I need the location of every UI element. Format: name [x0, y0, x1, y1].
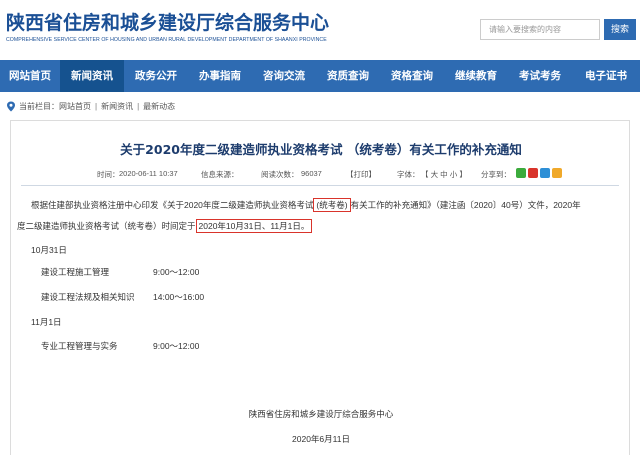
meta-source-label: 信息来源： — [201, 170, 239, 179]
font-size-options[interactable]: 【 大 中 小 】 — [421, 169, 467, 180]
site-subtitle: COMPREHENSIVE SERVICE CENTER OF HOUSING … — [6, 37, 327, 43]
qq-icon[interactable] — [540, 168, 550, 178]
nav-item-guide[interactable]: 办事指南 — [188, 60, 252, 92]
nav-item-news[interactable]: 新闻资讯 — [60, 60, 124, 92]
breadcrumb-news[interactable]: 新闻资讯 — [101, 101, 133, 112]
weibo-icon[interactable] — [528, 168, 538, 178]
highlight-exam-type: (统考卷) — [313, 198, 351, 212]
main-nav: 网站首页 新闻资讯 政务公开 办事指南 咨询交流 资质查询 资格查询 继续教育 … — [0, 60, 640, 92]
print-button[interactable]: 【打印】 — [346, 169, 376, 180]
paragraph-line-1: 根据住建部执业资格注册中心印发《关于2020年度二级建造师执业资格考试 (统考卷)… — [31, 198, 581, 212]
nav-item-government[interactable]: 政务公开 — [124, 60, 188, 92]
breadcrumb-prefix: 当前栏目： — [19, 101, 59, 111]
schedule-day-2: 11月1日 — [31, 317, 62, 327]
nav-item-exam[interactable]: 考试考务 — [508, 60, 572, 92]
site-title[interactable]: 陕西省住房和城乡建设厅综合服务中心 — [6, 8, 329, 35]
breadcrumb-latest[interactable]: 最新动态 — [143, 101, 175, 112]
schedule-time: 9:00～12:00 — [153, 267, 200, 277]
meta-time-label: 时间： — [97, 170, 120, 179]
schedule-subject: 专业工程管理与实务 — [41, 341, 118, 351]
schedule-time: 9:00～12:00 — [153, 341, 200, 351]
location-pin-icon — [7, 101, 15, 111]
signature-date: 2020年6月11日 — [292, 434, 350, 444]
article-panel: 关于2020年度二级建造师执业资格考试 （统考卷）有关工作的补充通知 时间： 2… — [10, 120, 630, 455]
search-input[interactable]: 请输入要搜索的内容 — [480, 19, 600, 40]
meta-font-label: 字体： — [397, 170, 420, 179]
share-icons — [516, 168, 562, 178]
qzone-icon[interactable] — [552, 168, 562, 178]
signature-org: 陕西省住房和城乡建设厅综合服务中心 — [248, 409, 394, 419]
meta-share-label: 分享到： — [481, 170, 511, 179]
site-header: 陕西省住房和城乡建设厅综合服务中心 COMPREHENSIVE SERVICE … — [0, 0, 640, 58]
meta-time-value: 2020-06-11 10:37 — [119, 169, 178, 178]
article-title: 关于2020年度二级建造师执业资格考试 （统考卷）有关工作的补充通知 — [120, 142, 522, 157]
meta-views-label: 阅读次数： — [261, 170, 299, 179]
highlight-exam-date: 2020年10月31日、11月1日。 — [195, 219, 313, 233]
schedule-time: 14:00～16:00 — [153, 292, 205, 302]
schedule-day-1: 10月31日 — [31, 245, 67, 255]
breadcrumb: 当前栏目： 网站首页 | 新闻资讯 | 最新动态 — [6, 99, 175, 113]
meta-divider — [21, 185, 619, 186]
nav-item-education[interactable]: 继续教育 — [444, 60, 508, 92]
nav-item-certification[interactable]: 资格查询 — [380, 60, 444, 92]
nav-item-qualification[interactable]: 资质查询 — [316, 60, 380, 92]
nav-item-home[interactable]: 网站首页 — [0, 60, 60, 92]
nav-item-consult[interactable]: 咨询交流 — [252, 60, 316, 92]
wechat-icon[interactable] — [516, 168, 526, 178]
nav-item-certificate[interactable]: 电子证书 — [572, 60, 640, 92]
schedule-subject: 建设工程施工管理 — [41, 267, 110, 277]
breadcrumb-home[interactable]: 网站首页 — [59, 101, 91, 112]
paragraph-line-2: 度二级建造师执业资格考试（统考卷）时间定于 2020年10月31日、11月1日。 — [17, 219, 313, 233]
meta-views-value: 96037 — [301, 169, 322, 178]
search-button[interactable]: 搜索 — [604, 19, 636, 40]
schedule-subject: 建设工程法规及相关知识 — [41, 292, 135, 302]
